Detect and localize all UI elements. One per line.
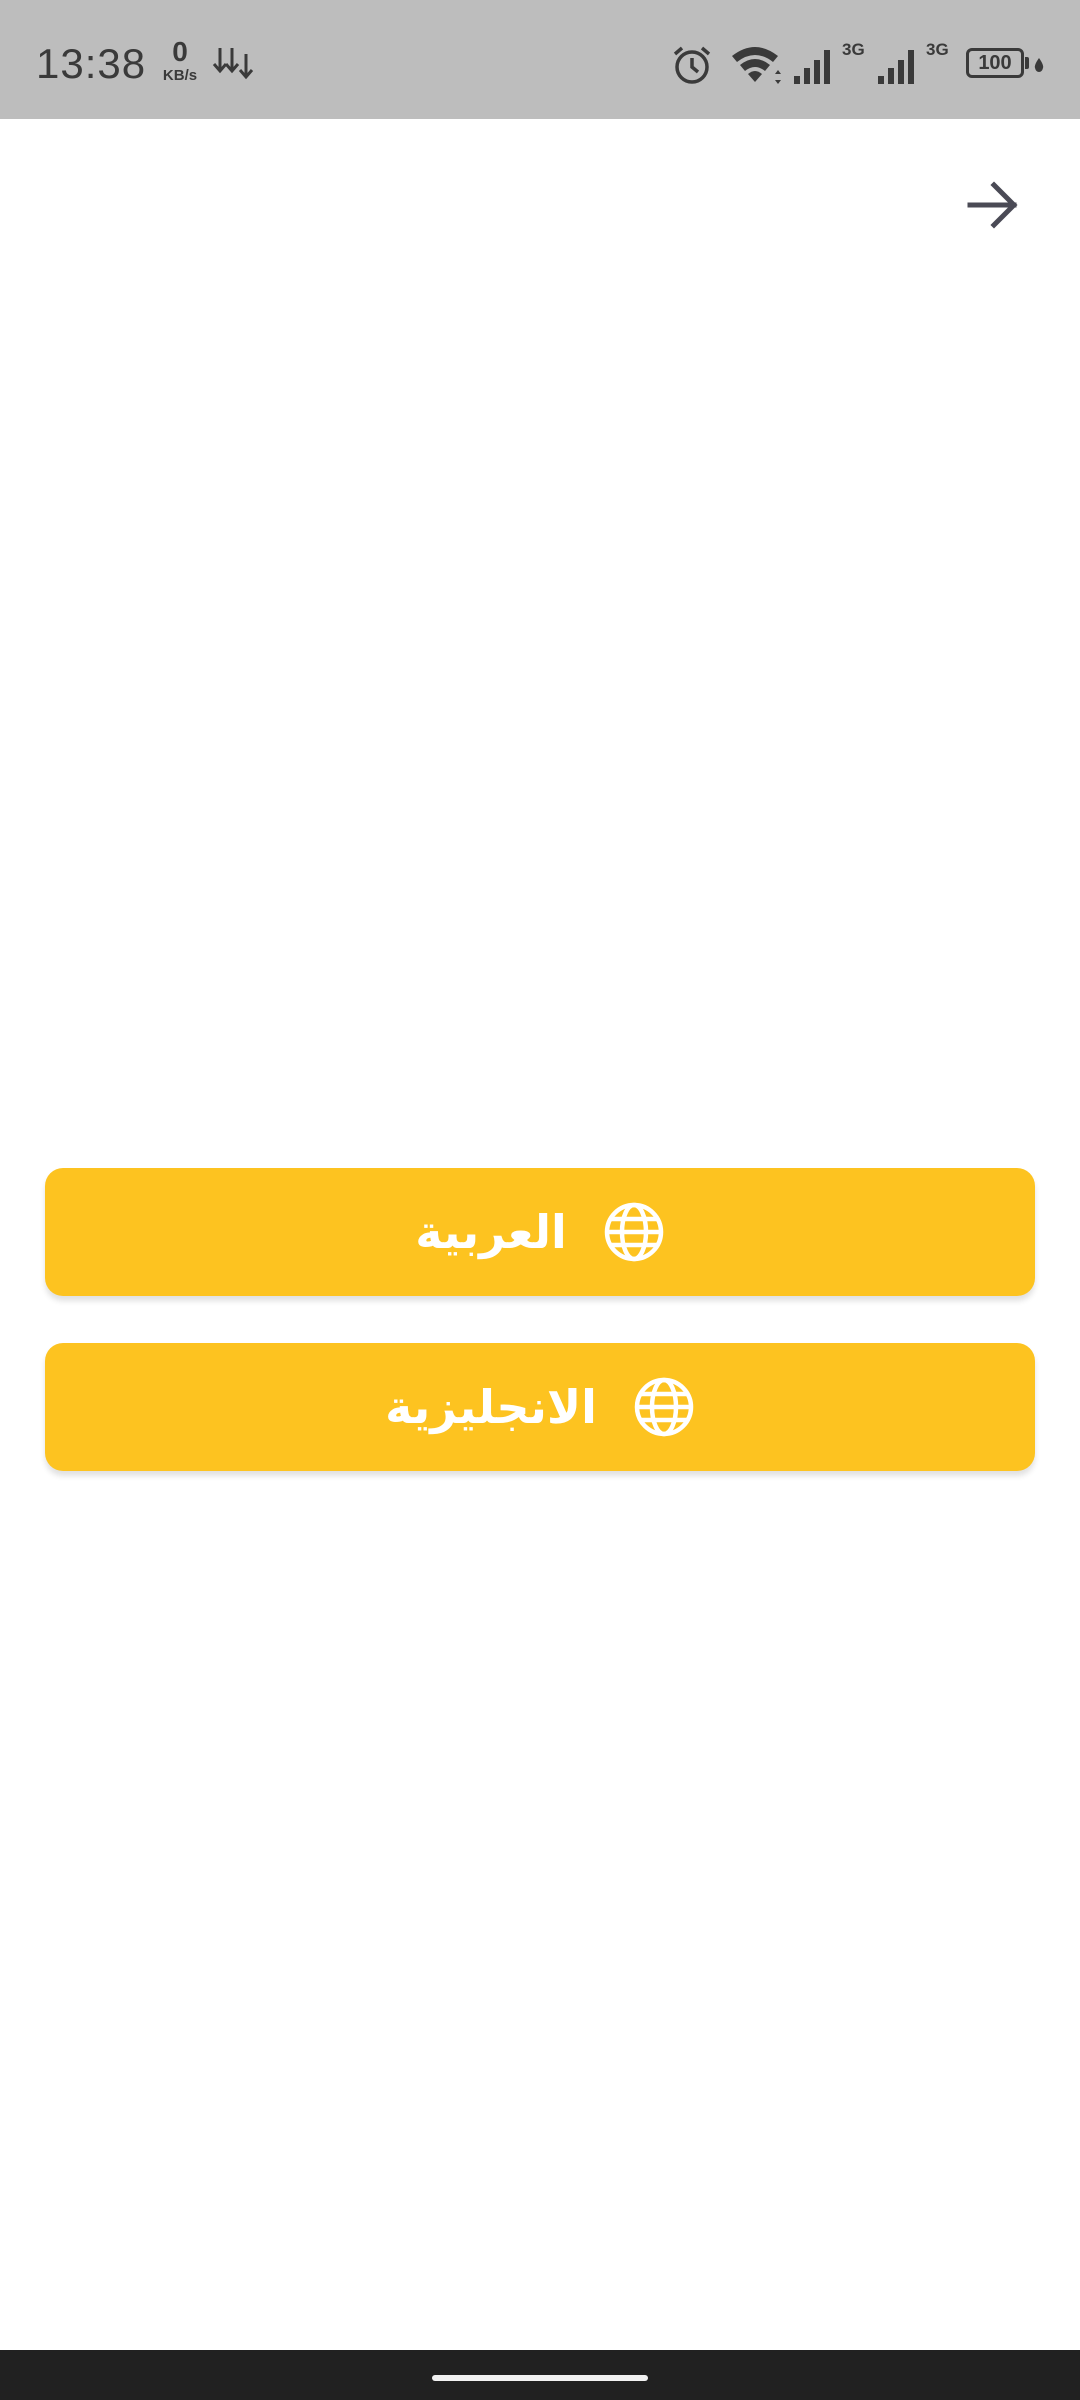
battery-tip bbox=[1025, 57, 1029, 69]
globe-icon bbox=[633, 1376, 695, 1438]
english-language-button[interactable]: الانجليزية bbox=[45, 1343, 1035, 1471]
alarm-icon bbox=[673, 46, 711, 84]
english-language-label: الانجليزية bbox=[385, 1380, 597, 1434]
status-bar: 13:38 0 KB/s 3G 3G 100 bbox=[0, 0, 1080, 119]
wifi-icon bbox=[732, 47, 781, 84]
back-button[interactable] bbox=[956, 167, 1032, 243]
home-indicator[interactable] bbox=[432, 2375, 648, 2381]
network-speed: 0 KB/s bbox=[158, 36, 202, 84]
globe-icon bbox=[603, 1201, 665, 1263]
battery-icon: 100 bbox=[966, 48, 1024, 78]
network-speed-value: 0 bbox=[172, 36, 188, 67]
arabic-language-label: العربية bbox=[415, 1205, 567, 1259]
network-speed-unit: KB/s bbox=[162, 67, 198, 84]
signal-2-type: 3G bbox=[926, 40, 949, 59]
arrow-right-icon bbox=[967, 181, 1018, 229]
signal-1-type: 3G bbox=[842, 40, 865, 59]
charging-icon bbox=[1034, 58, 1044, 72]
arabic-language-button[interactable]: العربية bbox=[45, 1168, 1035, 1296]
status-time: 13:38 bbox=[36, 40, 147, 87]
data-arrows-icon bbox=[212, 48, 254, 80]
